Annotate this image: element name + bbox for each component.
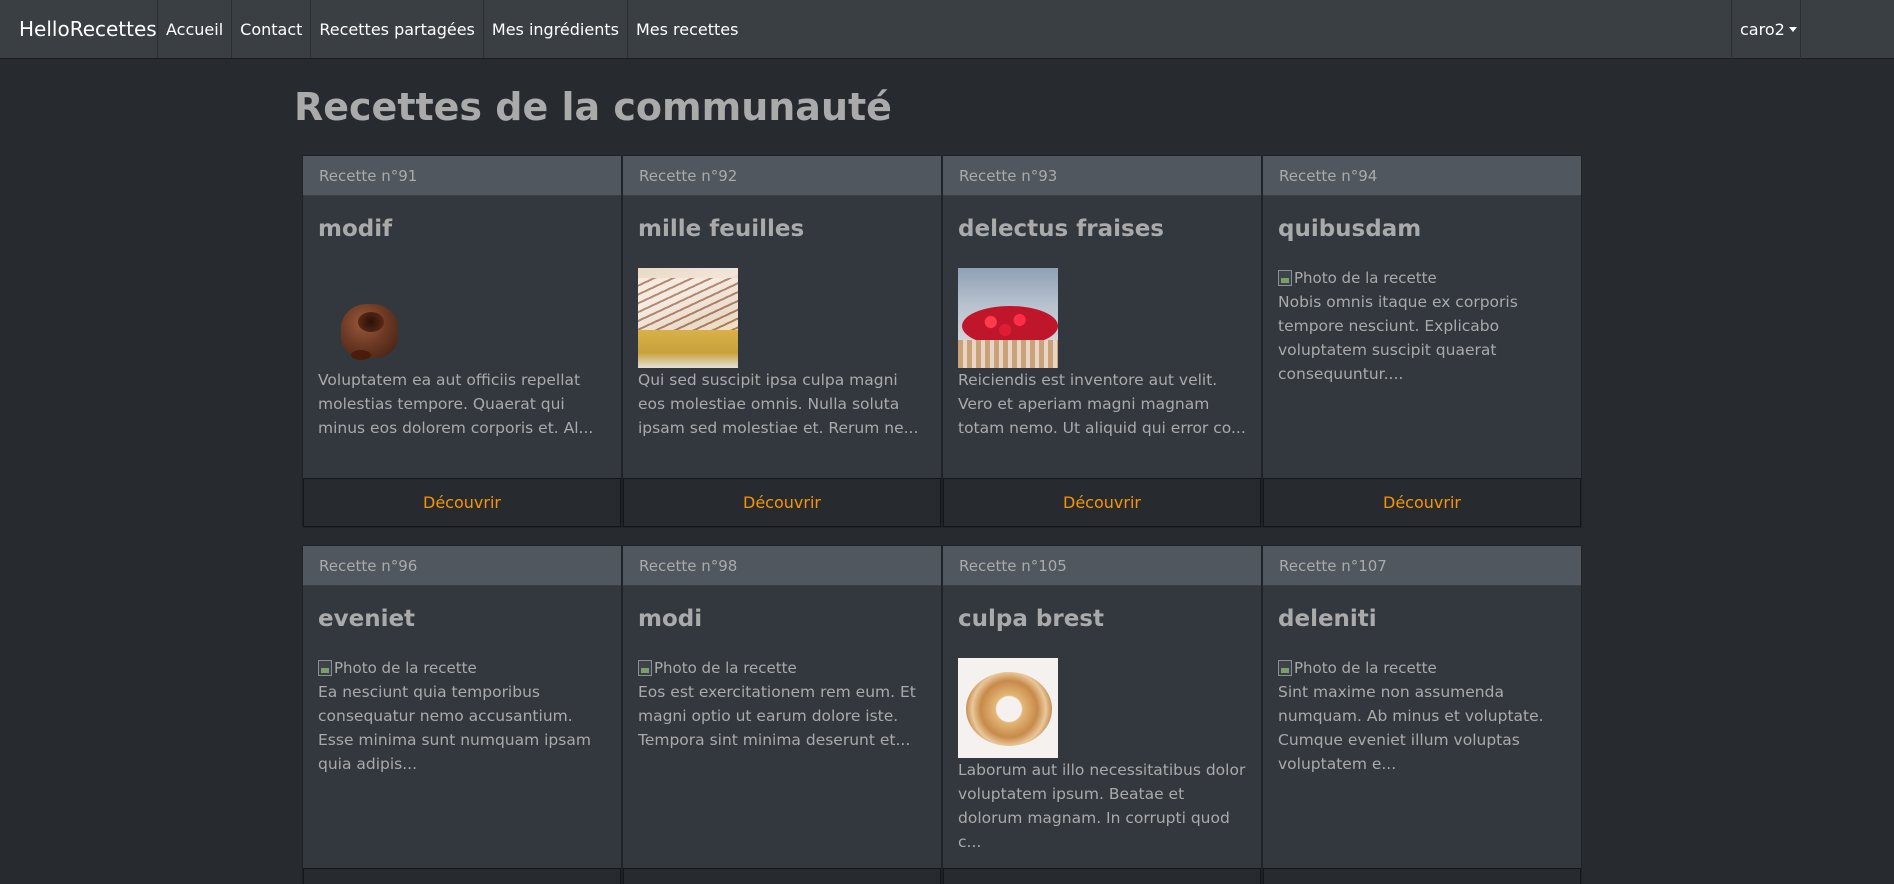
recipe-description: Reiciendis est inventore aut velit. Vero…	[958, 371, 1246, 437]
nav-link-contact[interactable]: Contact	[231, 0, 310, 58]
nav-link-recettes-partagees[interactable]: Recettes partagées	[310, 0, 483, 58]
discover-button[interactable]: Découvrir	[943, 478, 1261, 527]
broken-photo: Photo de la recette	[1278, 266, 1566, 290]
photo-alt-text: Photo de la recette	[654, 659, 797, 677]
recipe-description: Voluptatem ea aut officiis repellat mole…	[318, 371, 594, 437]
discover-button[interactable]: Découvrir	[303, 868, 621, 884]
recipe-number: Recette n°98	[623, 546, 941, 586]
recipe-photo	[958, 658, 1058, 758]
recipe-description: Nobis omnis itaque ex corporis tempore n…	[1278, 293, 1518, 383]
photo-alt-text: Photo de la recette	[1294, 269, 1437, 287]
recipe-title: culpa brest	[958, 606, 1104, 632]
recipe-number: Recette n°96	[303, 546, 621, 586]
brand-logo[interactable]: HelloRecettes	[0, 0, 157, 58]
recipe-description: Eos est exercitationem rem eum. Et magni…	[638, 683, 916, 749]
recipe-number: Recette n°105	[943, 546, 1261, 586]
recipe-card: Recette n°92 mille feuilles Qui sed susc…	[622, 155, 942, 528]
recipe-description: Sint maxime non assumenda numquam. Ab mi…	[1278, 683, 1544, 773]
recipe-card: Recette n°94 quibusdam Photo de la recet…	[1262, 155, 1582, 528]
discover-button[interactable]: Découvrir	[623, 478, 941, 527]
discover-button[interactable]: Découvrir	[303, 478, 621, 527]
discover-button[interactable]: Découvrir	[943, 868, 1261, 884]
recipe-photo	[638, 268, 738, 368]
nav-link-mes-ingredients[interactable]: Mes ingrédients	[482, 0, 627, 58]
nav-link-mes-recettes[interactable]: Mes recettes	[626, 0, 747, 58]
caret-down-icon	[1788, 27, 1797, 32]
recipe-title: deleniti	[1278, 606, 1377, 632]
broken-photo: Photo de la recette	[638, 656, 926, 680]
top-navbar: HelloRecettes Accueil Contact Recettes p…	[0, 0, 1894, 59]
discover-button[interactable]: Découvrir	[623, 868, 941, 884]
photo-alt-text: Photo de la recette	[1294, 659, 1437, 677]
recipe-card: Recette n°98 modi Photo de la recette Eo…	[622, 545, 942, 884]
broken-image-icon	[1278, 270, 1292, 286]
recipe-photo	[318, 268, 418, 368]
recipe-description: Ea nesciunt quia temporibus consequatur …	[318, 683, 591, 773]
recipe-card: Recette n°93 delectus fraises Reiciendis…	[942, 155, 1262, 528]
page-title: Recettes de la communauté	[294, 85, 892, 129]
discover-button[interactable]: Découvrir	[1263, 868, 1581, 884]
recipe-title: quibusdam	[1278, 216, 1422, 242]
recipe-number: Recette n°107	[1263, 546, 1581, 586]
recipe-number: Recette n°91	[303, 156, 621, 196]
recipe-card: Recette n°91 modif Voluptatem ea aut off…	[302, 155, 622, 528]
recipe-description: Laborum aut illo necessitatibus dolor vo…	[958, 761, 1246, 851]
recipe-description: Qui sed suscipit ipsa culpa magni eos mo…	[638, 371, 919, 437]
recipe-number: Recette n°94	[1263, 156, 1581, 196]
nav-link-accueil[interactable]: Accueil	[157, 0, 231, 58]
broken-image-icon	[1278, 660, 1292, 676]
broken-image-icon	[318, 660, 332, 676]
recipe-title: delectus fraises	[958, 216, 1164, 242]
broken-photo: Photo de la recette	[318, 656, 606, 680]
recipe-title: modi	[638, 606, 703, 632]
broken-image-icon	[638, 660, 652, 676]
recipe-card: Recette n°96 eveniet Photo de la recette…	[302, 545, 622, 884]
recipe-photo	[958, 268, 1058, 368]
recipe-title: eveniet	[318, 606, 416, 632]
recipe-card: Recette n°107 deleniti Photo de la recet…	[1262, 545, 1582, 884]
recipe-number: Recette n°93	[943, 156, 1261, 196]
recipe-title: modif	[318, 216, 393, 242]
photo-alt-text: Photo de la recette	[334, 659, 477, 677]
recipe-number: Recette n°92	[623, 156, 941, 196]
broken-photo: Photo de la recette	[1278, 656, 1566, 680]
recipe-card: Recette n°105 culpa brest Laborum aut il…	[942, 545, 1262, 884]
user-name: caro2	[1740, 20, 1785, 39]
recipe-title: mille feuilles	[638, 216, 805, 242]
user-dropdown[interactable]: caro2	[1731, 0, 1801, 59]
discover-button[interactable]: Découvrir	[1263, 478, 1581, 527]
